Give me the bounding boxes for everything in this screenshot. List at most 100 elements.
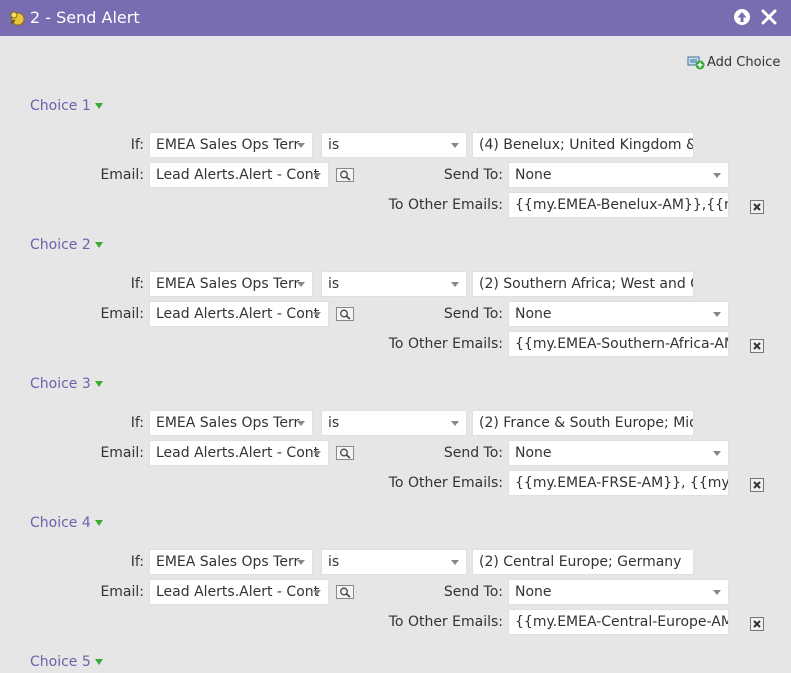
chevron-down-icon — [713, 590, 721, 595]
chevron-down-icon — [297, 421, 305, 426]
email-value: Lead Alerts.Alert - Cont — [156, 167, 320, 183]
condition-operator-value: is — [328, 554, 340, 570]
choice-3-header[interactable]: Choice 3 — [30, 376, 103, 392]
chevron-down-icon — [713, 451, 721, 456]
email-value: Lead Alerts.Alert - Cont — [156, 445, 320, 461]
condition-field-select[interactable]: EMEA Sales Ops Terr — [149, 271, 313, 297]
chevron-down-icon — [713, 173, 721, 178]
send-to-value: None — [515, 584, 552, 600]
chevron-down-icon — [451, 421, 459, 426]
condition-field-value: EMEA Sales Ops Terr — [156, 137, 300, 153]
other-emails-input[interactable]: {{my.EMEA-Benelux-AM}},{{my — [508, 192, 729, 218]
chevron-down-icon — [451, 560, 459, 565]
email-value: Lead Alerts.Alert - Cont — [156, 306, 320, 322]
to-other-emails-label: To Other Emails: — [388, 197, 503, 213]
other-emails-text: {{my.EMEA-Benelux-AM}},{{my — [515, 197, 729, 213]
expand-triangle-icon — [94, 659, 103, 665]
to-other-emails-label: To Other Emails: — [388, 475, 503, 491]
condition-operator-select[interactable]: is — [321, 410, 467, 436]
chevron-down-icon — [313, 451, 321, 456]
send-to-select[interactable]: None — [508, 162, 729, 188]
condition-field-value: EMEA Sales Ops Terr — [156, 276, 300, 292]
choice-5-header[interactable]: Choice 5 — [30, 654, 103, 670]
condition-operator-select[interactable]: is — [321, 132, 467, 158]
delete-choice-icon[interactable] — [750, 200, 764, 214]
close-icon[interactable] — [760, 8, 778, 26]
delete-choice-icon[interactable] — [750, 617, 764, 631]
expand-triangle-icon — [94, 520, 103, 526]
condition-operator-select[interactable]: is — [321, 549, 467, 575]
add-choice-button[interactable]: Add Choice — [687, 53, 780, 71]
condition-value-input[interactable]: (2) Central Europe; Germany — [472, 549, 694, 575]
to-other-emails-label: To Other Emails: — [388, 614, 503, 630]
email-preview-search-icon[interactable] — [336, 168, 354, 182]
dialog-titlebar: 2 - Send Alert — [0, 0, 791, 36]
condition-value-text: (2) France & South Europe; Middl — [479, 415, 694, 431]
if-label: If: — [130, 137, 144, 153]
chevron-down-icon — [297, 282, 305, 287]
condition-field-value: EMEA Sales Ops Terr — [156, 415, 300, 431]
to-other-emails-label: To Other Emails: — [388, 336, 503, 352]
condition-value-input[interactable]: (4) Benelux; United Kingdom & Ire — [472, 132, 694, 158]
email-select[interactable]: Lead Alerts.Alert - Cont — [149, 579, 329, 605]
send-to-label: Send To: — [443, 306, 503, 322]
other-emails-text: {{my.EMEA-Southern-Africa-AM — [515, 336, 729, 352]
choice-1-header[interactable]: Choice 1 — [30, 98, 103, 114]
expand-triangle-icon — [94, 381, 103, 387]
email-label: Email: — [100, 306, 144, 322]
condition-operator-value: is — [328, 137, 340, 153]
email-value: Lead Alerts.Alert - Cont — [156, 584, 320, 600]
delete-choice-icon[interactable] — [750, 478, 764, 492]
condition-value-text: (4) Benelux; United Kingdom & Ire — [479, 137, 693, 153]
send-to-value: None — [515, 445, 552, 461]
email-select[interactable]: Lead Alerts.Alert - Cont — [149, 301, 329, 327]
other-emails-input[interactable]: {{my.EMEA-Central-Europe-AM — [508, 609, 729, 635]
other-emails-input[interactable]: {{my.EMEA-FRSE-AM}}, {{my.EM — [508, 470, 729, 496]
condition-value-input[interactable]: (2) Southern Africa; West and Cen — [472, 271, 694, 297]
if-label: If: — [130, 554, 144, 570]
condition-field-select[interactable]: EMEA Sales Ops Terr — [149, 549, 313, 575]
condition-operator-select[interactable]: is — [321, 271, 467, 297]
chevron-down-icon — [297, 560, 305, 565]
choice-4-header[interactable]: Choice 4 — [30, 515, 103, 531]
chevron-down-icon — [297, 143, 305, 148]
condition-operator-value: is — [328, 276, 340, 292]
send-to-value: None — [515, 167, 552, 183]
email-label: Email: — [100, 584, 144, 600]
chevron-down-icon — [313, 173, 321, 178]
choice-heading: Choice 2 — [30, 237, 91, 253]
add-choice-label: Add Choice — [707, 54, 781, 70]
condition-field-value: EMEA Sales Ops Terr — [156, 554, 300, 570]
email-preview-search-icon[interactable] — [336, 307, 354, 321]
email-label: Email: — [100, 167, 144, 183]
other-emails-text: {{my.EMEA-FRSE-AM}}, {{my.EM — [515, 475, 728, 491]
other-emails-text: {{my.EMEA-Central-Europe-AM — [515, 614, 729, 630]
email-preview-search-icon[interactable] — [336, 446, 354, 460]
chevron-down-icon — [451, 282, 459, 287]
condition-field-select[interactable]: EMEA Sales Ops Terr — [149, 132, 313, 158]
if-label: If: — [130, 415, 144, 431]
send-to-select[interactable]: None — [508, 440, 729, 466]
send-to-label: Send To: — [443, 445, 503, 461]
other-emails-input[interactable]: {{my.EMEA-Southern-Africa-AM — [508, 331, 729, 357]
email-preview-search-icon[interactable] — [336, 585, 354, 599]
send-to-label: Send To: — [443, 584, 503, 600]
delete-choice-icon[interactable] — [750, 339, 764, 353]
send-to-select[interactable]: None — [508, 301, 729, 327]
email-select[interactable]: Lead Alerts.Alert - Cont — [149, 440, 329, 466]
collapse-up-icon[interactable] — [733, 8, 751, 26]
condition-field-select[interactable]: EMEA Sales Ops Terr — [149, 410, 313, 436]
chevron-down-icon — [451, 143, 459, 148]
flow-step-icon — [10, 11, 25, 26]
email-select[interactable]: Lead Alerts.Alert - Cont — [149, 162, 329, 188]
condition-value-text: (2) Central Europe; Germany — [479, 554, 682, 570]
email-label: Email: — [100, 445, 144, 461]
expand-triangle-icon — [94, 242, 103, 248]
choice-heading: Choice 3 — [30, 376, 91, 392]
condition-value-input[interactable]: (2) France & South Europe; Middl — [472, 410, 694, 436]
send-to-select[interactable]: None — [508, 579, 729, 605]
choice-heading: Choice 1 — [30, 98, 91, 114]
choice-2-header[interactable]: Choice 2 — [30, 237, 103, 253]
condition-value-text: (2) Southern Africa; West and Cen — [479, 276, 694, 292]
send-to-value: None — [515, 306, 552, 322]
